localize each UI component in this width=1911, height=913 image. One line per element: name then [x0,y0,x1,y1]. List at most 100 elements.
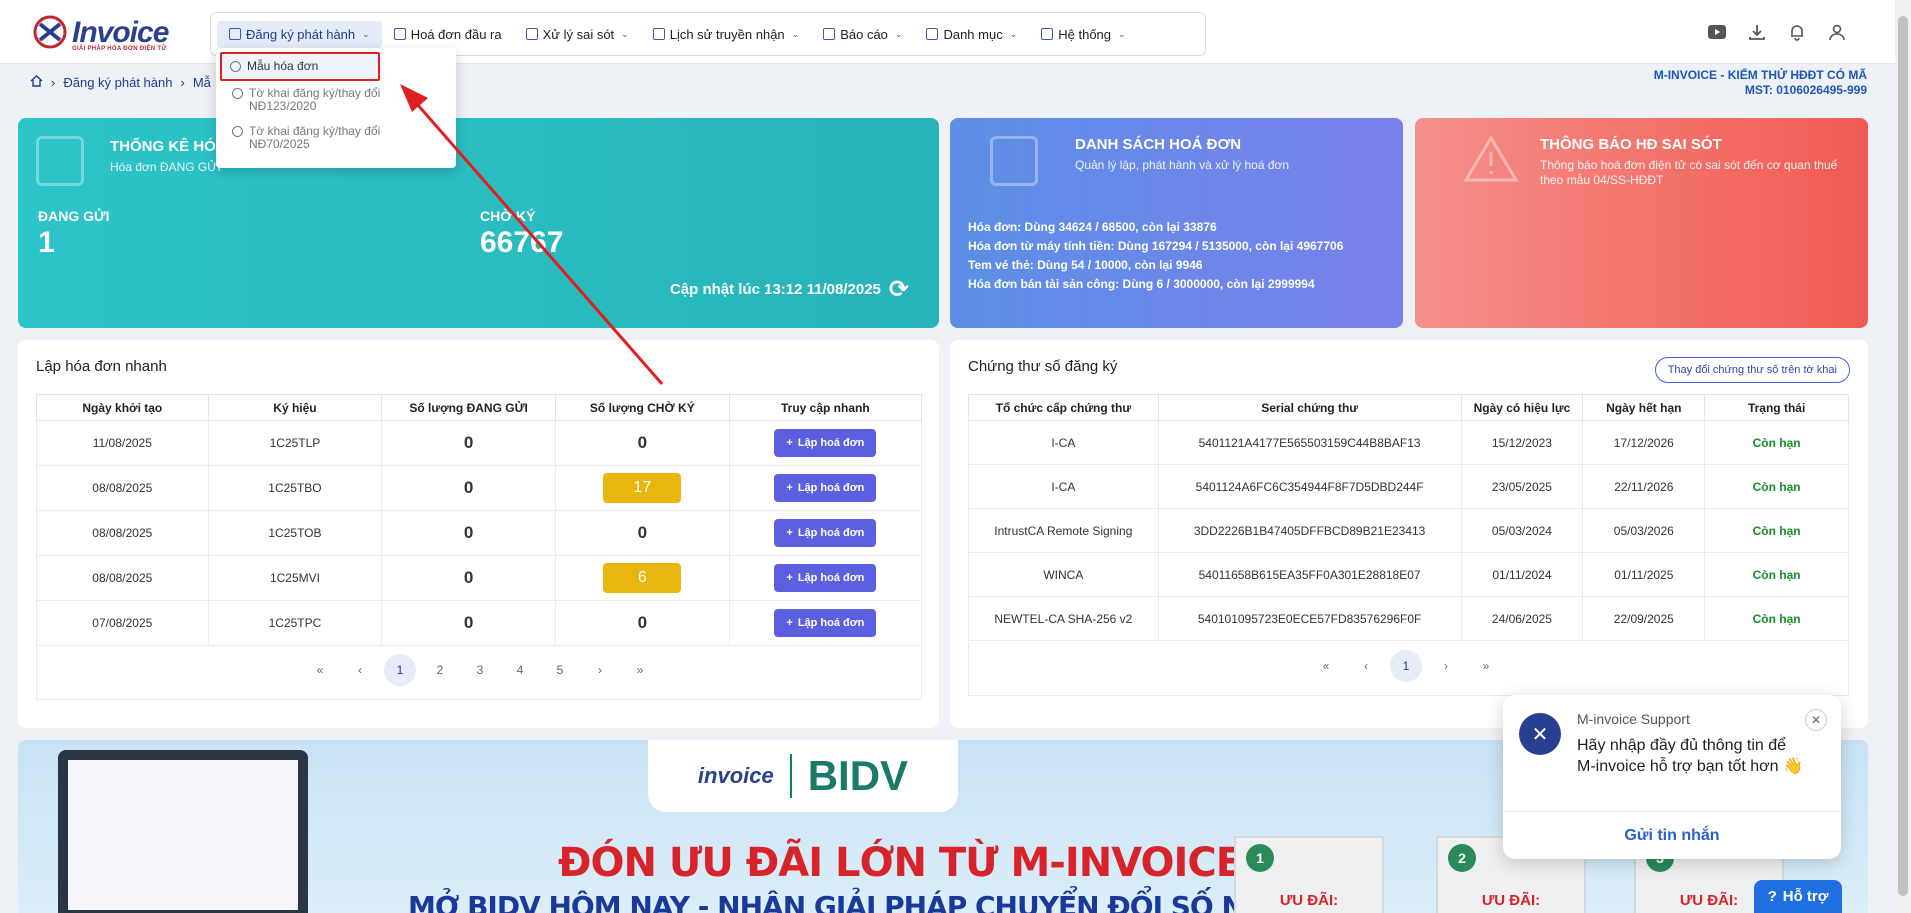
cell-valid-from: 15/12/2023 [1460,420,1584,465]
nav-item-2[interactable]: Xử lý sai sót ⌄ [514,21,641,48]
invoice-usage-lines: Hóa đơn: Dùng 34624 / 68500, còn lại 338… [968,218,1343,294]
next-page-icon[interactable]: › [1430,650,1462,682]
column-header: Số lượng ĐANG GỬI [381,394,556,421]
chevron-down-icon: ⌄ [894,28,903,39]
certificates-title: Chứng thư số đăng ký [968,358,1118,375]
page-2[interactable]: 2 [424,654,456,686]
send-message-button[interactable]: Gửi tin nhắn [1503,827,1841,845]
last-page-icon[interactable]: » [624,654,656,686]
nav-label: Danh mục [943,26,1003,42]
plus-icon: + [786,572,793,584]
cell-org: WINCA [968,552,1159,597]
stats-card: THỐNG KÊ HÓ Hóa đơn ĐANG GỬI ĐANG GỬI 1 … [18,118,939,328]
prev-page-icon[interactable]: ‹ [344,654,376,686]
scrollbar[interactable] [1895,0,1911,913]
home-icon[interactable] [30,74,43,90]
last-updated: Cập nhật lúc 13:12 11/08/2025 ⟳ [670,275,909,304]
invoice-list-card[interactable]: DANH SÁCH HOÁ ĐƠN Quản lý lập, phát hành… [950,118,1403,328]
logo-mark-icon [33,15,67,49]
invoice-list-title: DANH SÁCH HOÁ ĐƠN [1075,136,1242,153]
minvoice-logo[interactable]: Invoice GIẢI PHÁP HÓA ĐƠN ĐIỆN TỬ [32,14,172,54]
quick-invoice-table: Ngày khởi tạo Ký hiệu Số lượng ĐANG GỬI Số … [36,394,923,646]
help-button[interactable]: ? Hỗ trợ [1754,880,1842,913]
nav-item-0[interactable]: Đăng ký phát hành ⌄ [217,20,382,48]
user-icon[interactable] [1827,22,1847,42]
breadcrumb: › Đăng ký phát hành › Mẫ [30,74,211,90]
column-header: Số lượng CHỜ KÝ [554,394,730,421]
support-chat-popup: ✕ M-invoice Support Hãy nhập đầy đủ thôn… [1503,695,1841,859]
next-page-icon[interactable]: › [584,654,616,686]
column-header: Trạng thái [1704,394,1849,421]
first-page-icon[interactable]: « [304,654,336,686]
banner-minvoice-logo: invoice [697,763,774,788]
create-invoice-button[interactable]: + Lập hoá đơn [774,429,877,457]
pending-badge: 17 [603,473,682,503]
cell-action: + Lập hoá đơn [728,465,923,511]
nav-label: Hoá đơn đầu ra [410,26,502,42]
page-4[interactable]: 4 [504,654,536,686]
cell-sending: 0 [381,555,556,601]
cell-valid-from: 01/11/2024 [1460,552,1584,597]
logo-tagline: GIẢI PHÁP HÓA ĐƠN ĐIỆN TỬ [72,46,167,52]
page-1[interactable]: 1 [1390,650,1422,682]
cell-valid-to: 05/03/2026 [1582,508,1706,553]
error-notice-card[interactable]: THÔNG BÁO HĐ SAI SÓT Thông báo hoá đơn đ… [1415,118,1868,328]
youtube-icon[interactable] [1707,22,1727,42]
create-invoice-label: Lập hoá đơn [797,437,865,449]
prev-page-icon[interactable]: ‹ [1350,650,1382,682]
create-invoice-button[interactable]: + Lập hoá đơn [774,474,877,502]
company-mst: MST: 0106026495-999 [1744,83,1867,97]
column-header: Truy cập nhanh [728,394,923,421]
dropdown-item-1[interactable]: Tờ khai đăng ký/thay đổi NĐ123/2020 [216,81,456,119]
create-invoice-label: Lập hoá đơn [797,527,865,539]
sending-label: ĐANG GỬI [38,208,110,224]
cell-org: I-CA [968,420,1159,465]
breadcrumb-item-register[interactable]: Đăng ký phát hành [63,75,172,90]
nav-item-6[interactable]: Hệ thống ⌄ [1029,21,1137,48]
quick-invoice-panel: Lập hóa đơn nhanh Ngày khởi tạo Ký hiệu Số… [18,340,939,728]
nav-label: Lịch sử truyền nhận [669,26,785,42]
dropdown-item-label: Tờ khai đăng ký/thay đổi NĐ70/2025 [249,124,381,151]
first-page-icon[interactable]: « [1310,650,1342,682]
stats-card-title: THỐNG KÊ HÓ [110,138,216,155]
page-3[interactable]: 3 [464,654,496,686]
banner-subline: MỞ BIDV HÔM NAY - NHẬN GIẢI PHÁP CHUYỂN … [408,890,1304,913]
banner-headline: ĐÓN ƯU ĐÃI LỚN TỪ M-INVOICE [558,840,1243,886]
nav-label: Báo cáo [840,26,888,42]
change-certificate-button[interactable]: Thay đổi chứng thư số trên tờ khai [1654,357,1850,383]
create-invoice-button[interactable]: + Lập hoá đơn [774,519,877,547]
page-5[interactable]: 5 [544,654,576,686]
dropdown-item-0[interactable]: Mẫu hóa đơn [220,52,380,81]
cell-date: 08/08/2025 [36,510,209,556]
cell-org: IntrustCA Remote Signing [968,508,1159,553]
cell-sending: 0 [381,600,556,646]
refresh-icon[interactable]: ⟳ [889,275,909,304]
error-notice-title: THÔNG BÁO HĐ SAI SÓT [1540,136,1722,153]
sending-value: 1 [38,226,55,259]
close-icon[interactable]: ✕ [1805,709,1827,731]
quick-invoice-pagination: «‹ 1 2 3 4 5 ›» [304,654,656,686]
table-row: 07/08/2025 1C25TPC 0 0 + Lập hoá đơn [36,600,923,646]
nav-item-4[interactable]: Báo cáo ⌄ [811,21,914,48]
gift-number: 2 [1448,844,1476,872]
create-invoice-button[interactable]: + Lập hoá đơn [774,609,877,637]
table-row: I-CA 5401121A4177E565503159C44B8BAF13 15/1… [968,420,1849,465]
bell-icon[interactable] [1787,22,1807,42]
last-page-icon[interactable]: » [1470,650,1502,682]
plus-icon: + [786,527,793,539]
plus-icon: + [786,482,793,494]
cell-status: Còn hạn [1704,552,1849,597]
chevron-down-icon: ⌄ [791,28,800,39]
dropdown-item-2[interactable]: Tờ khai đăng ký/thay đổi NĐ70/2025 [216,119,456,157]
help-label: Hỗ trợ [1782,888,1829,905]
table-row: IntrustCA Remote Signing 3DD2226B1B47405D… [968,508,1849,553]
column-header: Tổ chức cấp chứng thư [968,394,1159,421]
nav-item-1[interactable]: Hoá đơn đầu ra [382,21,514,48]
download-icon[interactable] [1747,22,1767,42]
gift-label: ƯU ĐÃI: [1279,892,1339,909]
create-invoice-button[interactable]: + Lập hoá đơn [774,564,877,592]
create-invoice-label: Lập hoá đơn [797,572,865,584]
nav-item-3[interactable]: Lịch sử truyền nhận ⌄ [641,21,811,48]
nav-item-5[interactable]: Danh mục ⌄ [914,21,1029,48]
page-1[interactable]: 1 [384,654,416,686]
